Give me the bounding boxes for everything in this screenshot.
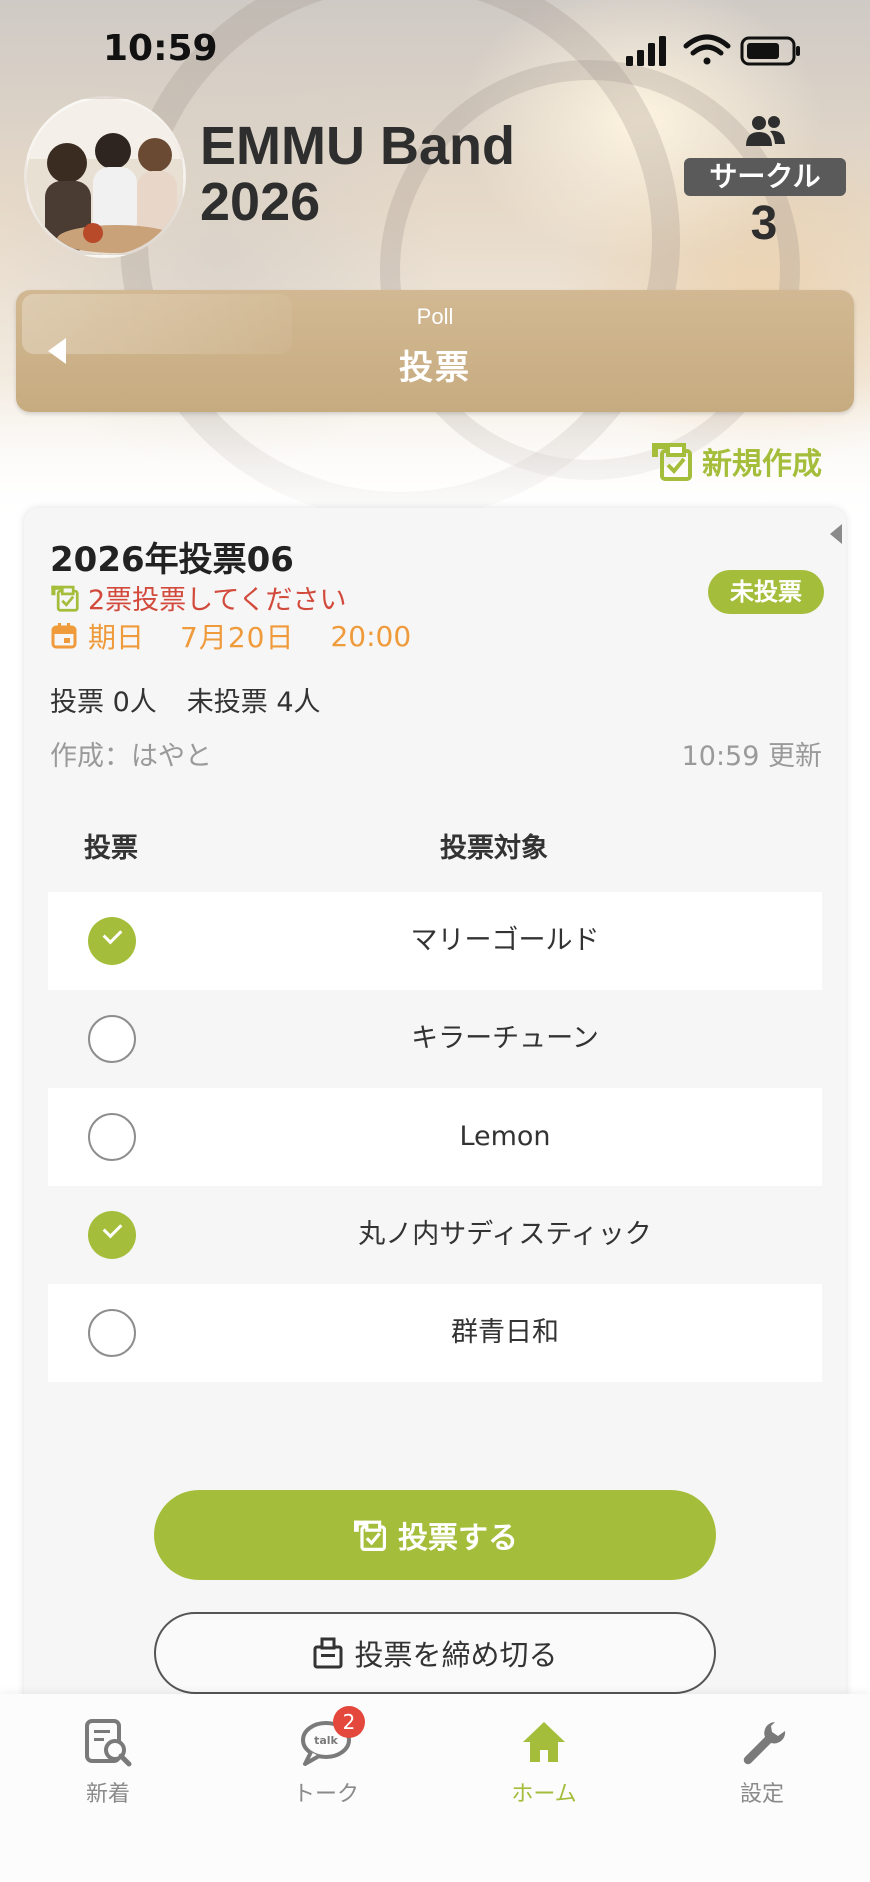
deadline-time: 20:00 xyxy=(330,619,412,653)
tab-settings[interactable]: 設定 xyxy=(692,1718,832,1818)
search-document-icon xyxy=(85,1719,132,1767)
vote-note: 2票投票してください xyxy=(50,578,347,617)
vote-button[interactable]: 投票する xyxy=(154,1490,716,1580)
wrench-icon xyxy=(743,1722,786,1765)
option-row[interactable]: キラーチューン xyxy=(48,990,822,1088)
creator: 作成：はやと xyxy=(50,741,212,772)
close-poll-button[interactable]: 投票を締め切る xyxy=(154,1612,716,1694)
status-time: 10:59 xyxy=(103,28,218,69)
ballot-icon xyxy=(652,443,692,481)
wifi-icon xyxy=(683,34,731,65)
tab-bar: 新着 talk 2 トーク ホーム 設定 xyxy=(0,1694,870,1882)
ballot-icon xyxy=(354,1520,386,1551)
option-checkbox[interactable] xyxy=(88,917,136,965)
svg-text:talk: talk xyxy=(314,1734,338,1747)
option-checkbox[interactable] xyxy=(88,1015,136,1063)
status-badge: 未投票 xyxy=(708,570,824,614)
group-photo-image xyxy=(27,99,183,255)
option-label: マリーゴールド xyxy=(410,925,600,956)
vote-button-label: 投票する xyxy=(398,1522,518,1555)
close-poll-label: 投票を締め切る xyxy=(354,1640,558,1672)
option-label: キラーチューン xyxy=(411,1023,599,1054)
group-name: EMMU Band 2026 xyxy=(200,116,515,232)
deadline-date: 7月20日 xyxy=(180,621,295,654)
group-avatar[interactable] xyxy=(24,96,186,258)
unvoted-count: 未投票 4人 xyxy=(186,687,321,718)
option-label: 丸ノ内サディスティック xyxy=(358,1219,652,1250)
option-checkbox[interactable] xyxy=(88,1113,136,1161)
card-menu-caret-icon[interactable] xyxy=(830,524,842,544)
ballot-icon xyxy=(51,585,79,612)
new-create-button[interactable]: 新規作成 xyxy=(650,440,822,482)
option-list: マリーゴールド キラーチューン Lemon 丸ノ内サディスティック 群青日和 xyxy=(48,892,822,1382)
option-row[interactable]: 丸ノ内サディスティック xyxy=(48,1186,822,1284)
tab-home[interactable]: ホーム xyxy=(474,1718,614,1818)
column-header-vote: 投票 xyxy=(84,833,138,864)
tab-talk-label: トーク xyxy=(292,1782,359,1807)
column-header-target: 投票対象 xyxy=(440,833,548,864)
option-checkbox[interactable] xyxy=(88,1309,136,1357)
status-icons xyxy=(626,34,800,66)
signal-icon xyxy=(626,36,666,66)
battery-icon xyxy=(740,36,800,66)
circle-count: 3 xyxy=(750,197,778,250)
deadline-label: 期日 xyxy=(88,621,145,654)
poll-title: 2026年投票06 xyxy=(50,540,294,580)
option-row[interactable]: 群青日和 xyxy=(48,1284,822,1382)
tab-new-label: 新着 xyxy=(85,1782,130,1807)
banner-title: 投票 xyxy=(399,348,471,388)
talk-unread-badge: 2 xyxy=(333,1706,365,1738)
option-label: 群青日和 xyxy=(451,1317,559,1348)
vote-counts: 投票 0人 未投票 4人 xyxy=(50,680,321,719)
voted-count: 投票 0人 xyxy=(50,687,157,718)
calendar-icon xyxy=(51,623,77,649)
tab-talk[interactable]: talk 2 トーク xyxy=(256,1706,396,1818)
banner-subtitle: Poll xyxy=(416,304,454,329)
deadline: 期日 7月20日 20:00 xyxy=(50,616,411,656)
option-checkbox[interactable] xyxy=(88,1211,136,1259)
option-row[interactable]: Lemon xyxy=(48,1088,822,1186)
poll-banner: Poll 投票 xyxy=(16,290,854,412)
tab-settings-label: 設定 xyxy=(739,1782,784,1807)
option-row[interactable]: マリーゴールド xyxy=(48,892,822,990)
poll-card: 2026年投票06 2票投票してください 期日 7月20日 20:00 未投票 … xyxy=(24,508,846,1748)
circle-label-badge: サークル xyxy=(684,158,846,196)
members-icon[interactable] xyxy=(744,114,786,150)
tab-new[interactable]: 新着 xyxy=(38,1718,178,1818)
tab-home-label: ホーム xyxy=(511,1782,577,1807)
option-label: Lemon xyxy=(459,1121,551,1152)
vote-note-text: 2票投票してください xyxy=(88,585,347,616)
updated-time: 10:59 更新 xyxy=(681,741,822,772)
new-create-label: 新規作成 xyxy=(702,447,822,482)
home-icon xyxy=(523,1722,565,1762)
ballot-box-icon xyxy=(313,1637,343,1669)
